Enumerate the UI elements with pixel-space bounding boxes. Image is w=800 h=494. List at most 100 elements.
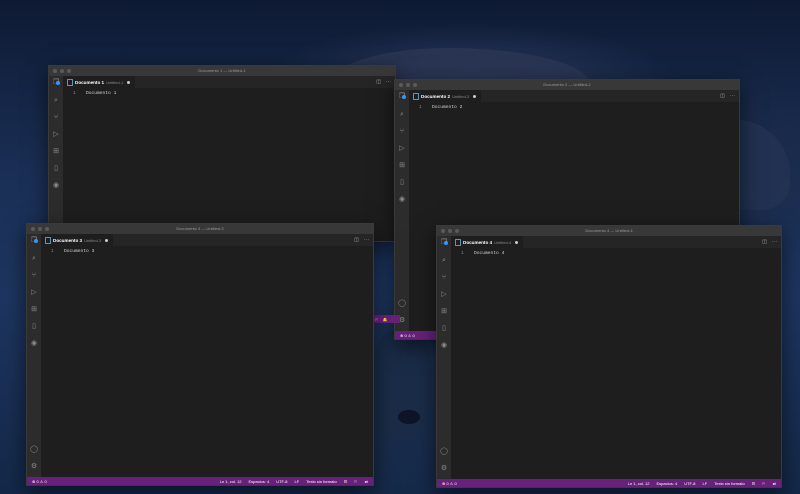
bookmarks-icon[interactable]: ▯ — [30, 323, 38, 331]
feedback-icon[interactable]: ⚐ — [354, 479, 358, 484]
search-icon[interactable]: ⌕ — [52, 97, 60, 105]
extensions-icon[interactable]: ⊞ — [440, 308, 448, 316]
account-icon[interactable]: ◯ — [398, 300, 406, 308]
code-line[interactable]: Documento 4 — [474, 251, 504, 256]
badge — [34, 239, 38, 243]
notifications-icon[interactable]: ⇄ — [365, 479, 368, 484]
file-icon — [413, 92, 419, 100]
unsaved-dot-icon[interactable] — [127, 80, 131, 84]
language-status[interactable]: Texto sin formato — [714, 481, 744, 486]
search-icon[interactable]: ⌕ — [440, 257, 448, 265]
editor-area[interactable]: 1 Documento 4 — [451, 248, 781, 479]
source-control-icon[interactable]: ⑂ — [30, 272, 38, 280]
more-actions-icon[interactable]: ··· — [772, 239, 777, 245]
editor-tab[interactable]: Documento 4 Untitled-4 — [451, 236, 525, 248]
extensions-icon[interactable]: ⊞ — [52, 148, 60, 156]
indentation-status[interactable]: Espacios: 4 — [657, 481, 678, 486]
title-bar[interactable]: Documento 2 — Untitled-2 — [395, 80, 739, 90]
split-editor-icon[interactable]: ◫ — [354, 237, 359, 243]
tab-bar: Documento 3 Untitled-3 ◫ ··· — [41, 234, 373, 246]
file-icon — [67, 78, 73, 86]
code-line[interactable]: Documento 1 — [86, 91, 116, 96]
encoding-status[interactable]: UTF-8 — [684, 481, 695, 486]
language-status[interactable]: Texto sin formato — [306, 479, 336, 484]
title-bar[interactable]: Documento 3 — Untitled-3 — [27, 224, 373, 234]
editor-area[interactable]: 1 Documento 1 — [63, 88, 395, 241]
activity-bar: ❐ ⌕ ⑂ ▷ ⊞ ▯ ◉ ◯ ⚙ — [437, 236, 451, 487]
eol-status[interactable]: LF — [703, 481, 708, 486]
cursor-position[interactable]: Ln 1, col. 12 — [628, 481, 650, 486]
tab-bar: Documento 4 Untitled-4 ◫ ··· — [451, 236, 781, 248]
editor-area[interactable]: 1 Documento 3 — [41, 246, 373, 477]
title-bar[interactable]: Documento 4 — Untitled-4 — [437, 226, 781, 236]
cursor-position[interactable]: Ln 1, col. 12 — [220, 479, 242, 484]
problems-status[interactable]: ⊗ 0 ⚠ 0 — [442, 481, 457, 486]
editor-window-3[interactable]: Documento 3 — Untitled-3 ❐ ⌕ ⑂ ▷ ⊞ ▯ ◉ ◯… — [26, 223, 374, 486]
feedback-icon[interactable]: ⚐ — [762, 481, 766, 486]
editor-tab[interactable]: Documento 2 Untitled-2 — [409, 90, 483, 102]
split-editor-icon[interactable]: ◫ — [762, 239, 767, 245]
status-bar-fragment: ⚐ 🔔 — [372, 315, 400, 323]
more-actions-icon[interactable]: ··· — [364, 237, 369, 243]
account-icon[interactable]: ◯ — [440, 448, 448, 456]
window-title: Documento 1 — Untitled-1 — [198, 68, 246, 73]
problems-status[interactable]: ⊗ 0 ⚠ 0 — [400, 333, 415, 338]
title-bar[interactable]: Documento 1 — Untitled-1 — [49, 66, 395, 76]
line-number: 1 — [419, 105, 422, 110]
run-debug-icon[interactable]: ▷ — [398, 145, 406, 153]
more-actions-icon[interactable]: ··· — [386, 79, 391, 85]
source-control-icon[interactable]: ⑂ — [52, 114, 60, 122]
editor-tab[interactable]: Documento 1 Untitled-1 — [63, 76, 137, 88]
source-control-icon[interactable]: ⑂ — [398, 128, 406, 136]
encoding-status[interactable]: UTF-8 — [276, 479, 287, 484]
bookmarks-icon[interactable]: ▯ — [52, 165, 60, 173]
notifications-icon[interactable]: ⇄ — [773, 481, 776, 486]
run-debug-icon[interactable]: ▷ — [52, 131, 60, 139]
tab-bar: Documento 2 Untitled-2 ◫ ··· — [409, 90, 739, 102]
line-number: 1 — [73, 91, 76, 96]
split-editor-icon[interactable]: ◫ — [720, 93, 725, 99]
tab-name: Documento 4 — [463, 239, 493, 245]
run-debug-icon[interactable]: ▷ — [30, 289, 38, 297]
line-number: 1 — [51, 249, 54, 254]
activity-bar: ❐ ⌕ ⑂ ▷ ⊞ ▯ ◉ — [49, 76, 63, 241]
account-icon[interactable]: ◯ — [30, 446, 38, 454]
source-control-icon[interactable]: ⑂ — [440, 274, 448, 282]
bookmarks-icon[interactable]: ▯ — [398, 179, 406, 187]
run-debug-icon[interactable]: ▷ — [440, 291, 448, 299]
editor-window-4[interactable]: Documento 4 — Untitled-4 ❐ ⌕ ⑂ ▷ ⊞ ▯ ◉ ◯… — [436, 225, 782, 488]
split-editor-icon[interactable]: ◫ — [376, 79, 381, 85]
extensions-icon[interactable]: ⊞ — [30, 306, 38, 314]
unsaved-dot-icon[interactable] — [105, 238, 109, 242]
editor-tab[interactable]: Documento 3 Untitled-3 — [41, 234, 115, 246]
unsaved-dot-icon[interactable] — [515, 240, 519, 244]
notifications-icon[interactable]: 🔔 — [383, 317, 388, 322]
settings-icon[interactable]: ⚙ — [30, 463, 38, 471]
bookmarks-icon[interactable]: ▯ — [440, 325, 448, 333]
indentation-status[interactable]: Espacios: 4 — [249, 479, 270, 484]
badge — [56, 81, 60, 85]
search-icon[interactable]: ⌕ — [30, 255, 38, 263]
layout-icon[interactable]: ⊟ — [752, 481, 755, 486]
remote-icon[interactable]: ◉ — [52, 182, 60, 190]
code-line[interactable]: Documento 2 — [432, 105, 462, 110]
problems-status[interactable]: ⊗ 0 ⚠ 0 — [32, 479, 47, 484]
layout-icon[interactable]: ⊟ — [344, 479, 347, 484]
extensions-icon[interactable]: ⊞ — [398, 162, 406, 170]
remote-icon[interactable]: ◉ — [440, 342, 448, 350]
feedback-icon[interactable]: ⚐ — [375, 317, 379, 322]
window-title: Documento 4 — Untitled-4 — [585, 228, 633, 233]
activity-bar: ❐ ⌕ ⑂ ▷ ⊞ ▯ ◉ ◯ ⚙ — [27, 234, 41, 485]
tab-path: Untitled-4 — [494, 239, 512, 245]
status-bar: ⊗ 0 ⚠ 0 Ln 1, col. 12 Espacios: 4 UTF-8 … — [27, 477, 373, 485]
remote-icon[interactable]: ◉ — [398, 196, 406, 204]
remote-icon[interactable]: ◉ — [30, 340, 38, 348]
more-actions-icon[interactable]: ··· — [730, 93, 735, 99]
unsaved-dot-icon[interactable] — [473, 94, 477, 98]
tab-name: Documento 2 — [421, 93, 451, 99]
eol-status[interactable]: LF — [295, 479, 300, 484]
settings-icon[interactable]: ⚙ — [440, 465, 448, 473]
editor-window-1[interactable]: Documento 1 — Untitled-1 ❐ ⌕ ⑂ ▷ ⊞ ▯ ◉ D… — [48, 65, 396, 242]
search-icon[interactable]: ⌕ — [398, 111, 406, 119]
code-line[interactable]: Documento 3 — [64, 249, 94, 254]
